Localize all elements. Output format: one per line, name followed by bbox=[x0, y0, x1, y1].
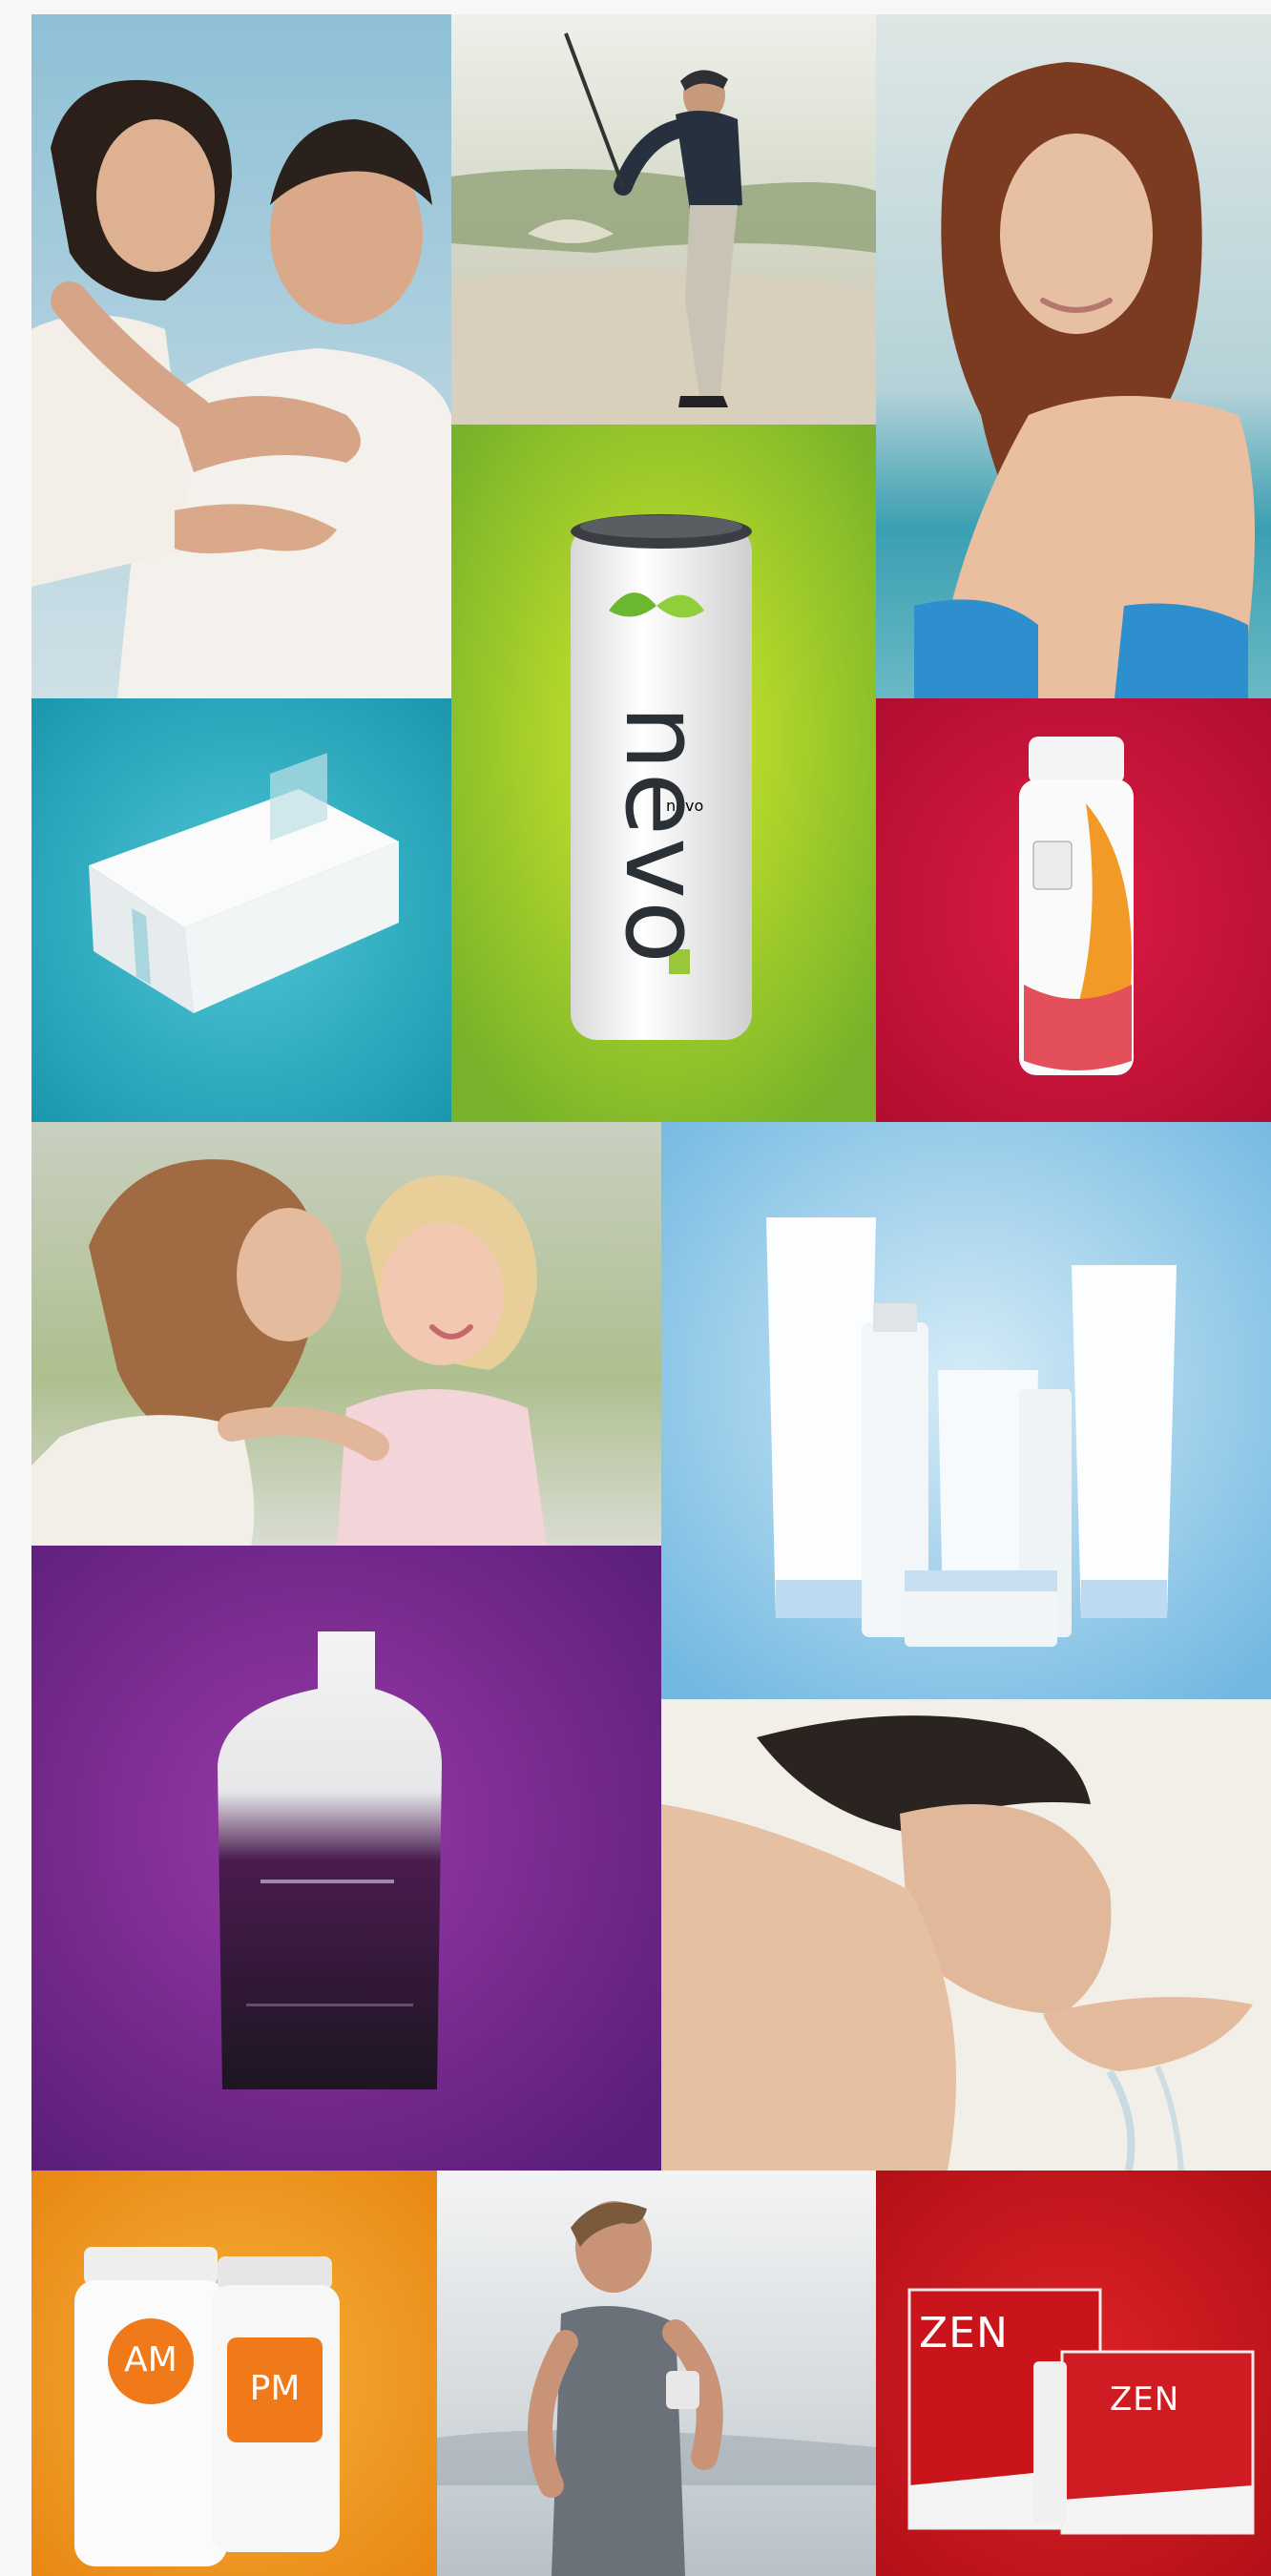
golfer-photo bbox=[451, 14, 876, 425]
tile-zen-product-pack: ZEN ZEN bbox=[876, 2171, 1271, 2576]
drink-pouch-image bbox=[31, 1546, 661, 2171]
tile-golfer-photo bbox=[451, 14, 876, 425]
am-label: AM bbox=[124, 2340, 177, 2379]
pm-label: PM bbox=[249, 2369, 301, 2408]
product-box-image bbox=[31, 698, 451, 1122]
tile-man-running-photo bbox=[437, 2171, 876, 2576]
skincare-products-image bbox=[661, 1122, 1271, 1699]
zen-label-primary: ZEN bbox=[919, 2309, 1009, 2358]
tile-drink-pouch bbox=[31, 1546, 661, 2171]
tile-am-pm-bottles: AM PM bbox=[31, 2171, 437, 2576]
woman-washing-face-photo bbox=[661, 1699, 1271, 2171]
tile-nevo-can: nevo nevo bbox=[451, 425, 876, 1122]
tile-woman-beach-photo bbox=[876, 14, 1271, 698]
mother-child-photo bbox=[31, 1122, 661, 1546]
supplement-bottle-image bbox=[876, 698, 1271, 1122]
tile-supplement-bottle bbox=[876, 698, 1271, 1122]
tile-couple-photo bbox=[31, 14, 451, 698]
tile-skincare-products bbox=[661, 1122, 1271, 1699]
nevo-can-wordmark: nevo bbox=[601, 704, 721, 966]
zen-label-secondary: ZEN bbox=[1110, 2380, 1180, 2419]
zen-product-pack-image bbox=[876, 2171, 1271, 2576]
photo-collage: nevo nevo bbox=[0, 0, 1271, 2576]
tile-woman-washing-face-photo bbox=[661, 1699, 1271, 2171]
woman-beach-photo bbox=[876, 14, 1271, 698]
man-running-photo bbox=[437, 2171, 876, 2576]
tile-mother-child-photo bbox=[31, 1122, 661, 1546]
couple-photo bbox=[31, 14, 451, 698]
tile-product-box bbox=[31, 698, 451, 1122]
